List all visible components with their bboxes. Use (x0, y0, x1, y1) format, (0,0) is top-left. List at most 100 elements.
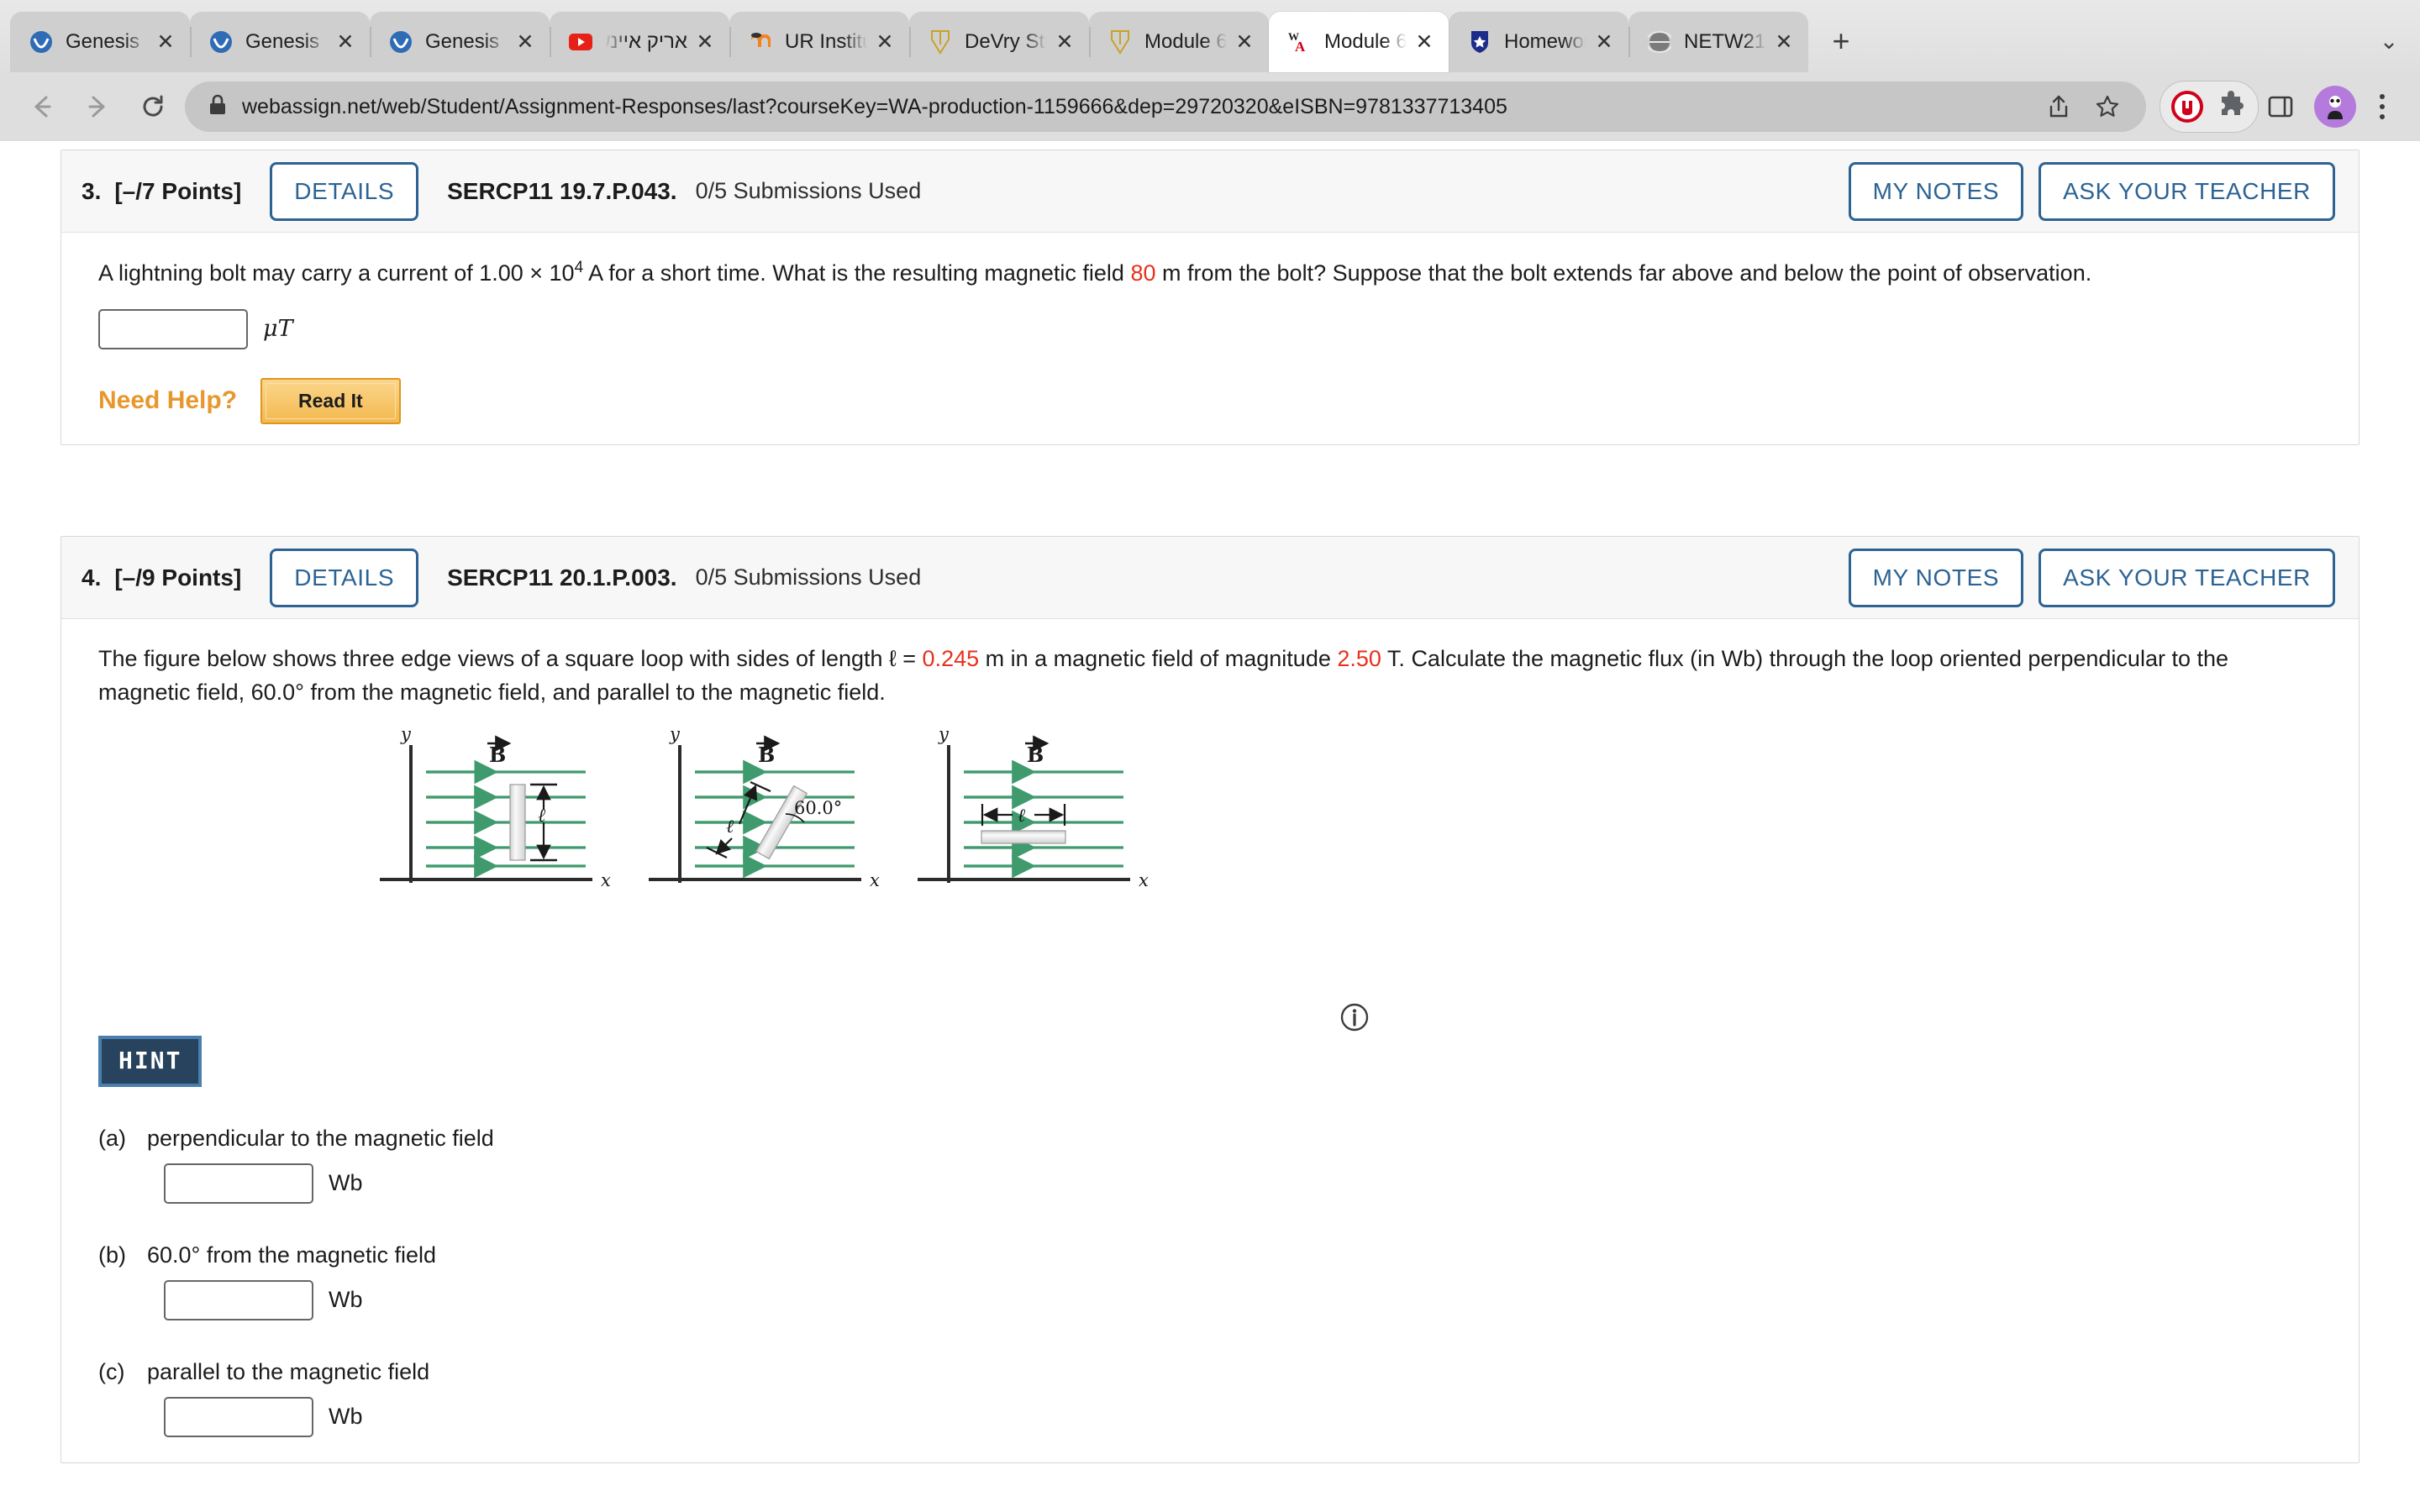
read-it-label: Read It (266, 382, 396, 419)
webassign-assignment-page: 3. [–/7 Points] DETAILS SERCP11 19.7.P.0… (0, 141, 2420, 1509)
browser-tab-active[interactable]: WA Module 6: M ✕ (1269, 12, 1449, 72)
header-buttons: MY NOTES ASK YOUR TEACHER (1848, 548, 2335, 607)
close-icon[interactable]: ✕ (692, 29, 718, 55)
share-icon[interactable] (2039, 87, 2079, 127)
tab-title: Genesis 1:2 (66, 30, 148, 53)
answer-input-q4c[interactable] (164, 1396, 313, 1437)
browser-tab[interactable]: Genesis 1:19 ✕ (370, 12, 550, 72)
tab-title: DeVry Stude (965, 30, 1047, 53)
hint-button[interactable]: HINT (98, 1035, 203, 1087)
svg-text:y: y (938, 724, 950, 744)
forward-icon[interactable] (74, 83, 121, 130)
info-circle-icon[interactable] (1338, 1000, 1371, 1034)
browser-tab[interactable]: Genesis 1:2 ✕ (10, 12, 190, 72)
question-3-text: A lightning bolt may carry a current of … (98, 256, 2291, 291)
part-c-answer-row: Wb (164, 1396, 2322, 1437)
q3-exponent: 4 (574, 259, 584, 276)
browser-tab[interactable]: Genesis 1:19 ✕ (190, 12, 370, 72)
q4-text-part2: m in a magnetic field of magnitude (979, 646, 1338, 671)
toolbar: webassign.net/web/Student/Assignment-Res… (0, 72, 2420, 141)
adblock-icon[interactable] (2165, 85, 2209, 129)
tab-divider (370, 27, 371, 57)
question-points: [–/9 Points] (114, 564, 242, 591)
close-icon[interactable]: ✕ (1232, 29, 1257, 55)
bookmark-star-icon[interactable] (2087, 87, 2128, 127)
globe-icon (1647, 29, 1672, 55)
read-it-button[interactable]: Read It (260, 377, 401, 424)
ask-your-teacher-button[interactable]: ASK YOUR TEACHER (2039, 548, 2335, 607)
details-button[interactable]: DETAILS (270, 548, 419, 607)
new-tab-button[interactable]: + (1817, 17, 1865, 66)
browser-tab[interactable]: UR Institute ✕ (729, 12, 909, 72)
svg-text:y: y (669, 724, 681, 744)
figure-panel-3: y x B ℓ (918, 724, 1149, 890)
tab-divider (550, 27, 551, 57)
answer-input-q4b[interactable] (164, 1279, 313, 1320)
question-card-4: 4. [–/9 Points] DETAILS SERCP11 20.1.P.0… (60, 536, 2360, 1463)
question-4-text: The figure below shows three edge views … (98, 643, 2291, 710)
q4-length-value: 0.245 (922, 646, 980, 671)
my-notes-button[interactable]: MY NOTES (1848, 161, 2024, 221)
menu-kebab-icon[interactable] (2363, 83, 2402, 130)
browser-tab[interactable]: אריק איינשט ✕ (550, 12, 729, 72)
q4-field-value: 2.50 (1337, 646, 1381, 671)
close-icon[interactable]: ✕ (513, 29, 538, 55)
lock-icon (208, 94, 227, 120)
ask-your-teacher-button[interactable]: ASK YOUR TEACHER (2039, 161, 2335, 221)
close-icon[interactable]: ✕ (1771, 29, 1797, 55)
question-number: 3. (82, 177, 102, 204)
close-icon[interactable]: ✕ (1052, 29, 1077, 55)
answer-unit-q3: μT (263, 316, 293, 343)
youtube-icon (568, 29, 593, 55)
svg-text:x: x (1139, 870, 1149, 890)
tab-search-chevron-icon[interactable]: ⌄ (2365, 17, 2413, 66)
bible-app-icon (208, 29, 234, 55)
part-b-head: (b) 60.0° from the magnetic field (98, 1242, 2322, 1268)
close-icon[interactable]: ✕ (333, 29, 358, 55)
browser-tab[interactable]: Module 6: M ✕ (1089, 12, 1269, 72)
figure-panel-1: y x B ℓ (380, 724, 611, 890)
question-code: SERCP11 19.7.P.043. (447, 177, 677, 204)
details-button[interactable]: DETAILS (270, 161, 419, 221)
tab-divider (190, 27, 192, 57)
question-part-b: (b) 60.0° from the magnetic field Wb (98, 1242, 2322, 1320)
answer-input-q4a[interactable] (164, 1163, 313, 1204)
tab-title: Module 6: M (1144, 30, 1227, 53)
header-buttons: MY NOTES ASK YOUR TEACHER (1848, 161, 2335, 221)
q3-text-part2: A for a short time. What is the resultin… (583, 260, 1131, 286)
answer-unit-q4c: Wb (329, 1404, 363, 1430)
close-icon[interactable]: ✕ (153, 29, 178, 55)
answer-input-q3[interactable] (98, 308, 248, 349)
my-notes-button[interactable]: MY NOTES (1848, 548, 2024, 607)
tab-divider (729, 27, 731, 57)
browser-tab[interactable]: NETW211_N ✕ (1628, 12, 1808, 72)
browser-tab[interactable]: DeVry Stude ✕ (909, 12, 1089, 72)
question-3-answer-row: μT (98, 308, 2322, 349)
question-points: [–/7 Points] (114, 177, 242, 204)
devry-icon (928, 29, 953, 55)
svg-text:B: B (489, 743, 506, 767)
question-code: SERCP11 20.1.P.003. (447, 564, 677, 591)
close-icon[interactable]: ✕ (1591, 29, 1617, 55)
question-3-header: 3. [–/7 Points] DETAILS SERCP11 19.7.P.0… (61, 150, 2359, 233)
close-icon[interactable]: ✕ (1412, 29, 1437, 55)
browser-chrome: Genesis 1:2 ✕ Genesis 1:19 ✕ Genesis 1:1… (0, 0, 2420, 141)
back-icon[interactable] (18, 83, 66, 130)
sidepanel-icon[interactable] (2259, 85, 2302, 129)
shield-star-icon (1467, 29, 1492, 55)
address-bar[interactable]: webassign.net/web/Student/Assignment-Res… (185, 81, 2146, 132)
tab-title: UR Institute (785, 30, 867, 53)
part-label: parallel to the magnetic field (147, 1358, 430, 1384)
bible-app-icon (388, 29, 413, 55)
reload-icon[interactable] (129, 83, 176, 130)
answer-unit-q4a: Wb (329, 1170, 363, 1196)
question-3-body: A lightning bolt may carry a current of … (61, 233, 2359, 449)
browser-tab[interactable]: Homework H ✕ (1449, 12, 1628, 72)
extensions-puzzle-icon[interactable] (2209, 85, 2253, 129)
part-a-head: (a) perpendicular to the magnetic field (98, 1126, 2322, 1152)
profile-avatar[interactable] (2314, 86, 2356, 128)
close-icon[interactable]: ✕ (872, 29, 897, 55)
q4-text-part1: The figure below shows three edge views … (98, 646, 923, 671)
tab-title: Genesis 1:19 (425, 30, 508, 53)
tab-strip: Genesis 1:2 ✕ Genesis 1:19 ✕ Genesis 1:1… (0, 0, 2420, 72)
